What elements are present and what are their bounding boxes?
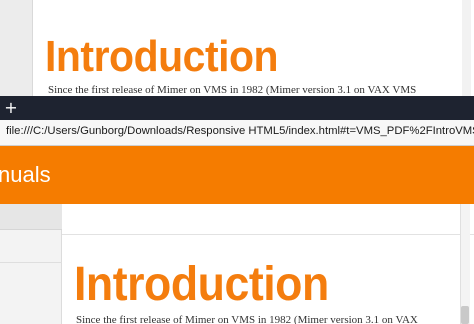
new-tab-button[interactable]: + (3, 96, 19, 120)
background-scrollbar[interactable] (462, 0, 471, 96)
app-header (0, 146, 474, 204)
address-text: file:///C:/Users/Gunborg/Downloads/Respo… (6, 125, 474, 137)
page-body-text: Since the first release of Mimer on VMS … (76, 314, 418, 324)
tab-bar (0, 96, 474, 120)
app-header-title: nuals (0, 162, 51, 187)
background-body-text: Since the first release of Mimer on VMS … (48, 84, 417, 96)
content-divider (62, 234, 474, 235)
background-page-title: Introduction (45, 32, 279, 81)
page-title: Introduction (74, 258, 329, 311)
background-sidebar (0, 0, 33, 96)
sidebar-item[interactable] (0, 262, 62, 278)
scrollbar-thumb[interactable] (461, 306, 469, 324)
sidebar-toolbar[interactable] (0, 204, 62, 230)
